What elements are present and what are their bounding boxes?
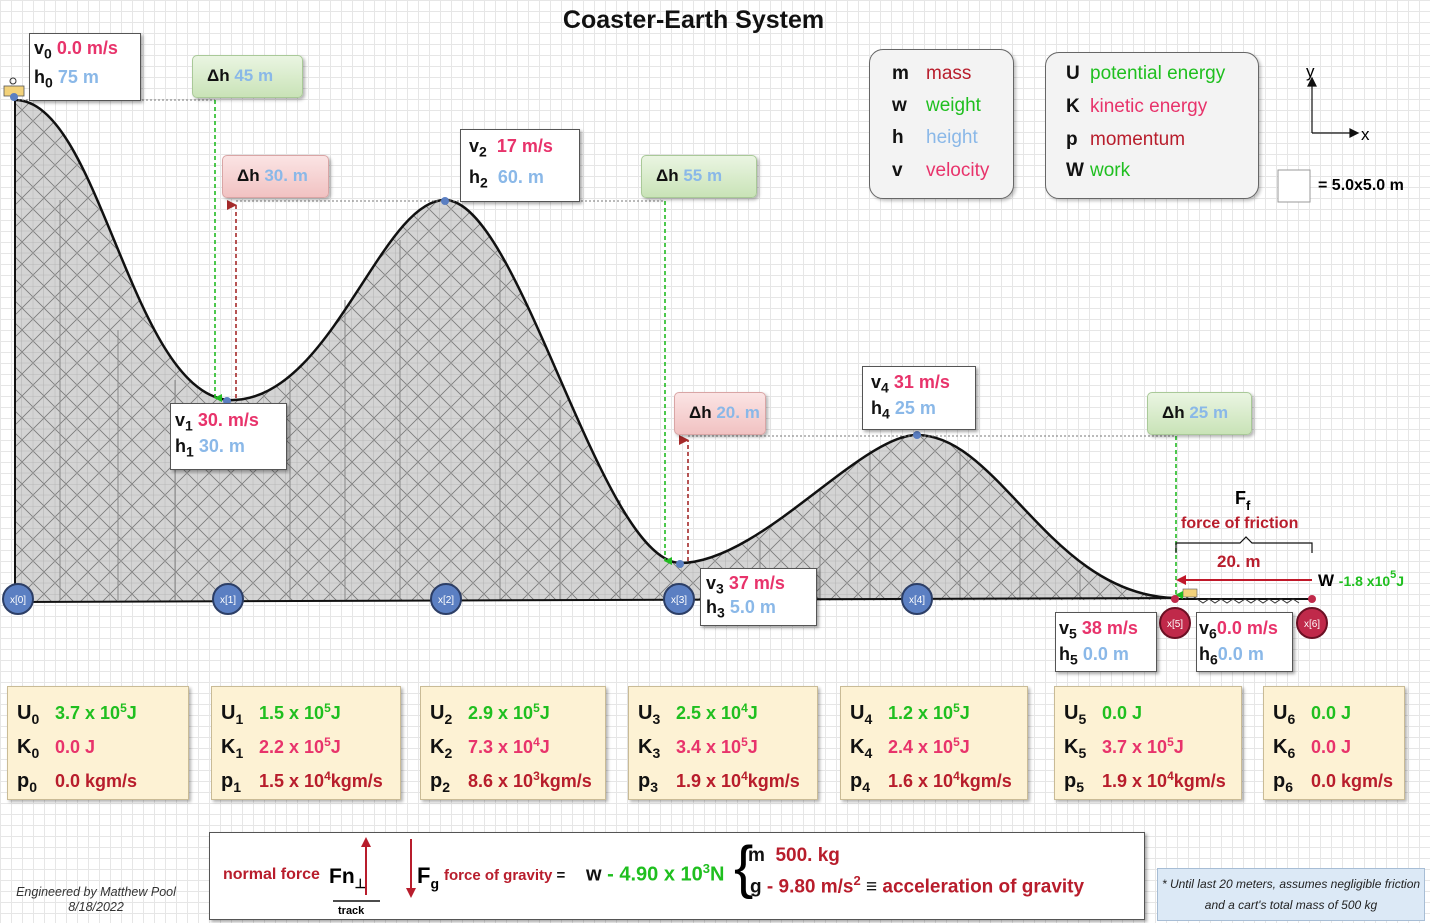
note-line-2: and a cart's total mass of 500 kg (1204, 898, 1378, 912)
energy-U-3: U3 2.5 x 104J (638, 701, 758, 727)
normal-force-label: normal force (223, 866, 320, 883)
credit-author: Engineered by Matthew Pool (16, 885, 176, 899)
point-0-box: v0 0.0 m/s h0 75 m (29, 33, 141, 101)
node-label-x3: x[3] (671, 595, 687, 606)
friction-symbol: Ff (1235, 488, 1251, 513)
energy-card-4: U4 1.2 x 105J K4 2.4 x 105J p4 1.6 x 104kgm/s (840, 686, 1028, 800)
point-4-box: v4 31 m/s h4 25 m (862, 366, 976, 430)
energy-card-3: U3 2.5 x 104J K3 3.4 x 105J p3 1.9 x 104kgm/s (628, 686, 818, 800)
energy-p-0: p0 0.0 kgm/s (17, 770, 138, 795)
gravity-symbol: Fg (417, 863, 440, 892)
x-axis-label: x (1361, 125, 1370, 144)
node-label-x4: x[4] (909, 595, 925, 606)
energy-K-5: K5 3.7 x 105J (1064, 735, 1184, 761)
track-label: track (338, 905, 365, 917)
energy-K-4: K4 2.4 x 105J (850, 735, 970, 761)
energy-card-1: U1 1.5 x 105J K1 2.2 x 105J p1 1.5 x 104kgm/s (211, 686, 401, 800)
energy-p-5: p5 1.9 x 104kgm/s (1064, 769, 1226, 795)
cart-end-icon (1182, 588, 1198, 598)
point-2-box: v2 17 m/s h2 60. m (460, 129, 580, 202)
energy-card-0: U0 3.7 x 105J K0 0.0 J p0 0.0 kgm/s (7, 686, 189, 800)
weight-expression: w - 4.90 x 103N (586, 861, 725, 886)
energy-K-2: K2 7.3 x 104J (430, 735, 550, 761)
friction-distance: 20. m (1217, 552, 1260, 571)
energy-legend: Upotential energy Kkinetic energy p momen… (1045, 52, 1259, 199)
energy-p-6: p6 0.0 kgm/s (1273, 770, 1394, 795)
friction-label: force of friction (1181, 515, 1298, 532)
energy-U-5: U5 0.0 J (1064, 702, 1143, 727)
energy-card-5: U5 0.0 J K5 3.7 x 105J p5 1.9 x 104kgm/s (1054, 686, 1242, 800)
mass-expression: m 500. kg (748, 845, 840, 866)
credit-date: 8/18/2022 (68, 900, 124, 914)
energy-U-0: U0 3.7 x 105J (17, 701, 137, 727)
node-label-x0: x[0] (10, 595, 26, 606)
node-label-x1: x[1] (220, 595, 236, 606)
energy-K-1: K1 2.2 x 105J (221, 735, 341, 761)
point-5-box: v5 38 m/s h5 0.0 m (1055, 612, 1157, 672)
energy-U-2: U2 2.9 x 105J (430, 701, 550, 727)
friction-bracket (1175, 536, 1313, 553)
delta-h-0-1: Δh 45 m (192, 55, 303, 98)
node-label-x6: x[6] (1304, 619, 1320, 630)
energy-card-6: U6 0.0 J K6 0.0 J p6 0.0 kgm/s (1263, 686, 1405, 800)
credit: Engineered by Matthew Pool 8/18/2022 (6, 885, 186, 915)
gravity-label: force of gravity = (444, 867, 566, 884)
energy-p-2: p2 8.6 x 103kgm/s (430, 769, 592, 795)
energy-U-6: U6 0.0 J (1273, 702, 1352, 727)
energy-U-4: U4 1.2 x 105J (850, 701, 970, 727)
variable-legend: m mass w weight h height v velocity (869, 49, 1014, 199)
energy-p-4: p4 1.6 x 104kgm/s (850, 769, 1012, 795)
point-6-box: v60.0 m/s h60.0 m (1196, 612, 1293, 672)
delta-h-4-5: Δh 25 m (1147, 392, 1252, 435)
delta-h-2-3: Δh 55 m (641, 155, 757, 198)
energy-p-1: p1 1.5 x 104kgm/s (221, 769, 383, 795)
friction-work: W -1.8 x105J (1318, 569, 1404, 590)
energy-p-3: p3 1.9 x 104kgm/s (638, 769, 800, 795)
point-1-box: v1 30. m/s h1 30. m (170, 403, 287, 470)
g-expression: g - 9.80 m/s2 ≡ acceleration of gravity (750, 873, 1085, 898)
node-label-x5: x[5] (1167, 619, 1183, 630)
delta-h-3-4: Δh 20. m (674, 392, 766, 435)
grid-scale-label: = 5.0x5.0 m (1318, 177, 1404, 194)
energy-K-6: K6 0.0 J (1273, 736, 1352, 761)
point-3-box: v3 37 m/s h3 5.0 m (700, 568, 817, 626)
delta-h-1-2: Δh 30. m (222, 155, 329, 198)
force-equation-box: normal force Fn⊥ track Fg force of gravi… (209, 832, 1145, 920)
note-line-1: * Until last 20 meters, assumes negligib… (1161, 877, 1421, 891)
energy-K-0: K0 0.0 J (17, 736, 96, 761)
node-label-x2: x[2] (438, 595, 454, 606)
energy-K-3: K3 3.4 x 105J (638, 735, 758, 761)
assumption-note: * Until last 20 meters, assumes negligib… (1157, 868, 1425, 921)
energy-U-1: U1 1.5 x 105J (221, 701, 341, 727)
axes-icon (1307, 76, 1360, 138)
energy-card-2: U2 2.9 x 105J K2 7.3 x 104J p2 8.6 x 103kgm/s (420, 686, 606, 800)
grid-scale-swatch (1277, 169, 1311, 203)
y-axis-label: y (1306, 62, 1315, 81)
